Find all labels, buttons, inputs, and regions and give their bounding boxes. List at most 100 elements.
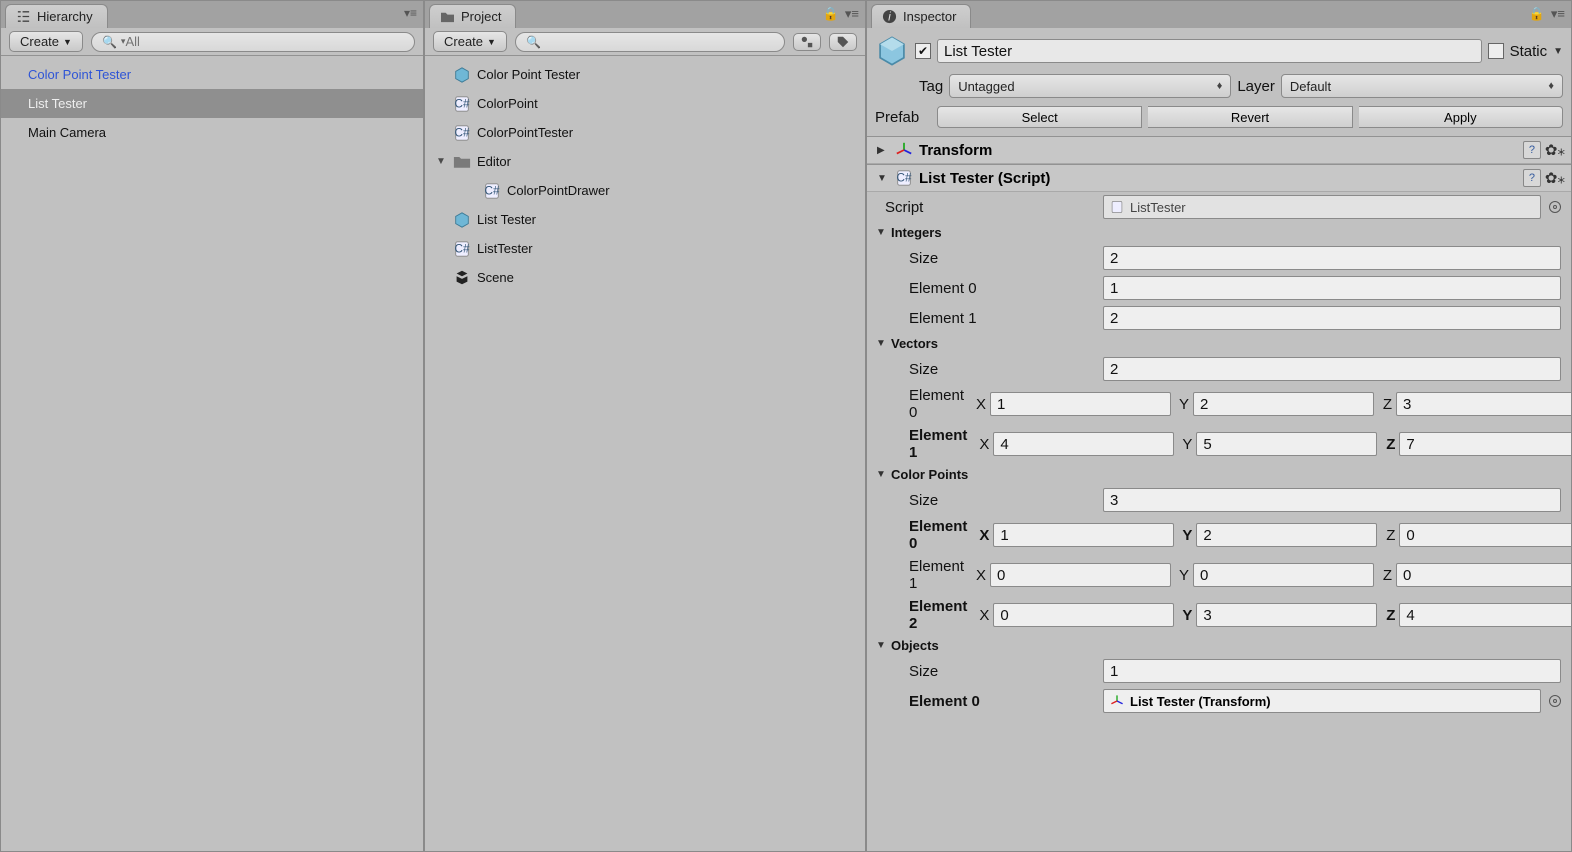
cp0-z-input[interactable]: [1399, 523, 1571, 547]
foldout-open-icon[interactable]: ▼: [435, 156, 447, 167]
inspector-body: ✔ Static ▼ Tag Untagged♦ Layer Default♦ …: [867, 28, 1571, 851]
foldout-open-icon[interactable]: ▼: [877, 173, 889, 184]
y-label: Y: [1175, 396, 1189, 413]
vec0-y-input[interactable]: [1193, 392, 1374, 416]
active-checkbox[interactable]: ✔: [915, 43, 931, 59]
object-picker-icon[interactable]: [1549, 695, 1561, 707]
hierarchy-item-list-tester[interactable]: List Tester: [1, 89, 423, 118]
x-label: X: [972, 396, 986, 413]
tag-dropdown[interactable]: Untagged♦: [949, 74, 1231, 98]
panel-menu-icon[interactable]: ▾≡: [845, 6, 859, 22]
vectors-foldout[interactable]: ▼ Vectors: [867, 333, 1571, 354]
vec1-x-input[interactable]: [993, 432, 1174, 456]
element-label: Element 0: [885, 280, 1095, 297]
integers-el1-input[interactable]: [1103, 306, 1561, 330]
hierarchy-tab[interactable]: Hierarchy: [5, 4, 108, 28]
project-search-input[interactable]: [545, 34, 774, 49]
project-item[interactable]: Color Point Tester: [425, 60, 865, 89]
project-item[interactable]: Scene: [425, 263, 865, 292]
lock-icon[interactable]: 🔒: [1529, 6, 1545, 22]
hierarchy-create-button[interactable]: Create ▼: [9, 31, 83, 52]
script-object-field[interactable]: ListTester: [1103, 195, 1541, 219]
project-search[interactable]: 🔍: [515, 32, 785, 52]
vec1-y-input[interactable]: [1196, 432, 1377, 456]
hierarchy-tab-label: Hierarchy: [37, 9, 93, 24]
lock-icon[interactable]: 🔒: [823, 6, 839, 22]
cp2-x-input[interactable]: [993, 603, 1174, 627]
y-label: Y: [1178, 607, 1192, 624]
objects-foldout[interactable]: ▼ Objects: [867, 635, 1571, 656]
colorpoints-size-input[interactable]: [1103, 488, 1561, 512]
cp1-x-input[interactable]: [990, 563, 1171, 587]
gameobject-icon[interactable]: [875, 34, 909, 68]
project-item-folder-editor[interactable]: ▼ Editor: [425, 147, 865, 176]
hierarchy-search-input[interactable]: [125, 34, 404, 49]
project-item-label: ColorPointTester: [477, 125, 573, 140]
vectors-size-input[interactable]: [1103, 357, 1561, 381]
prefab-select-button[interactable]: Select: [937, 106, 1142, 128]
project-item[interactable]: List Tester: [425, 205, 865, 234]
integers-foldout[interactable]: ▼ Integers: [867, 222, 1571, 243]
hierarchy-icon: [16, 9, 31, 24]
transform-header[interactable]: ▶ Transform ? ✿⁎: [867, 137, 1571, 164]
project-item[interactable]: C# ColorPointTester: [425, 118, 865, 147]
help-icon[interactable]: ?: [1523, 141, 1541, 159]
objects-el0-field[interactable]: List Tester (Transform): [1103, 689, 1541, 713]
panel-menu-icon[interactable]: ▾≡: [1551, 6, 1565, 22]
element-label: Element 1: [885, 427, 967, 461]
object-picker-icon[interactable]: [1549, 201, 1561, 213]
inspector-tab[interactable]: i Inspector: [871, 4, 971, 28]
prefab-icon: [452, 210, 472, 230]
hierarchy-search[interactable]: 🔍 ▾: [91, 32, 415, 52]
list-tester-script-component: ▼ C# List Tester (Script) ? ✿⁎ Script Li…: [867, 164, 1571, 716]
settings-gear-icon[interactable]: ✿⁎: [1545, 141, 1565, 159]
static-checkbox[interactable]: [1488, 43, 1504, 59]
cp1-z-input[interactable]: [1396, 563, 1571, 587]
project-item[interactable]: C# ColorPointDrawer: [425, 176, 865, 205]
folder-icon: [440, 9, 455, 24]
project-item-label: Editor: [477, 154, 511, 169]
cp1-y-input[interactable]: [1193, 563, 1374, 587]
vec0-x-input[interactable]: [990, 392, 1171, 416]
project-item-label: ColorPoint: [477, 96, 538, 111]
project-item[interactable]: C# ColorPoint: [425, 89, 865, 118]
cp0-y-input[interactable]: [1196, 523, 1377, 547]
integers-el0-input[interactable]: [1103, 276, 1561, 300]
csharp-script-icon: C#: [452, 94, 472, 114]
foldout-closed-icon[interactable]: ▶: [877, 145, 889, 156]
vec1-z-input[interactable]: [1399, 432, 1571, 456]
project-create-button[interactable]: Create ▼: [433, 31, 507, 52]
tag-icon: [836, 35, 850, 49]
gameobject-name-input[interactable]: [937, 39, 1482, 63]
settings-gear-icon[interactable]: ✿⁎: [1545, 169, 1565, 187]
y-label: Y: [1178, 436, 1192, 453]
objects-size-input[interactable]: [1103, 659, 1561, 683]
integers-size-input[interactable]: [1103, 246, 1561, 270]
filter-by-label-button[interactable]: [829, 33, 857, 51]
colorpoints-foldout[interactable]: ▼ Color Points: [867, 464, 1571, 485]
prefab-revert-button[interactable]: Revert: [1148, 106, 1352, 128]
prefab-apply-button[interactable]: Apply: [1359, 106, 1563, 128]
project-item-label: Scene: [477, 270, 514, 285]
foldout-open-icon: ▼: [875, 227, 887, 238]
filter-by-type-button[interactable]: [793, 33, 821, 51]
hierarchy-item-color-point-tester[interactable]: Color Point Tester: [1, 60, 423, 89]
size-label: Size: [885, 663, 1095, 680]
panel-menu-icon[interactable]: ▾≡: [404, 6, 417, 20]
project-item-label: ListTester: [477, 241, 533, 256]
cp2-y-input[interactable]: [1196, 603, 1377, 627]
script-component-header[interactable]: ▼ C# List Tester (Script) ? ✿⁎: [867, 165, 1571, 192]
static-dropdown-caret-icon[interactable]: ▼: [1553, 46, 1563, 57]
cp2-z-input[interactable]: [1399, 603, 1571, 627]
inspector-tab-bar: i Inspector 🔒 ▾≡: [867, 1, 1571, 28]
hierarchy-item-main-camera[interactable]: Main Camera: [1, 118, 423, 147]
layer-dropdown[interactable]: Default♦: [1281, 74, 1563, 98]
help-icon[interactable]: ?: [1523, 169, 1541, 187]
vec0-z-input[interactable]: [1396, 392, 1571, 416]
cp0-x-input[interactable]: [993, 523, 1174, 547]
prefab-label: Prefab: [875, 109, 931, 126]
project-tab[interactable]: Project: [429, 4, 516, 28]
layer-label: Layer: [1237, 78, 1275, 95]
hierarchy-tree: Color Point Tester List Tester Main Came…: [1, 56, 423, 851]
project-item[interactable]: C# ListTester: [425, 234, 865, 263]
